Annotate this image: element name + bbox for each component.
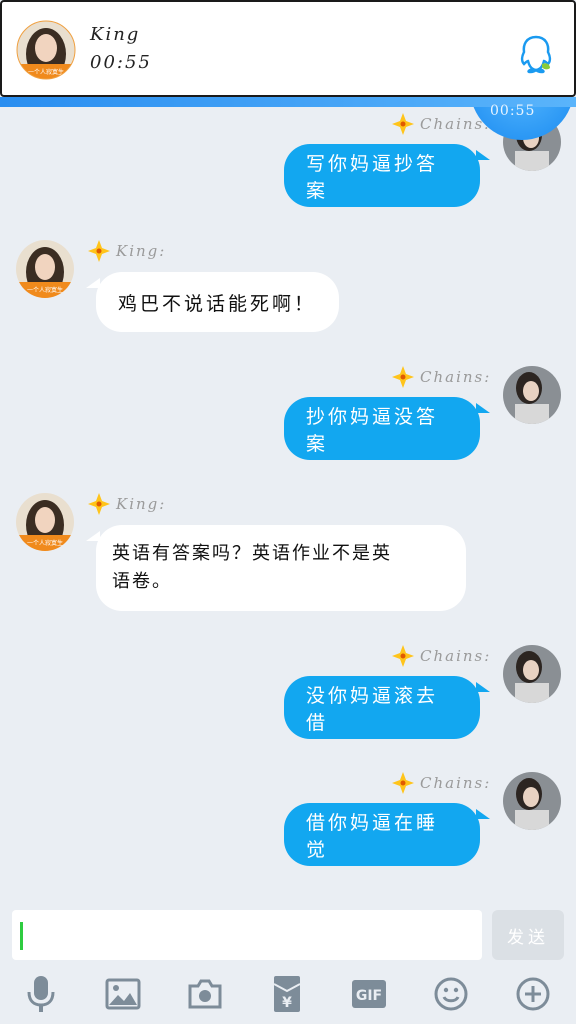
sender-label: King:	[88, 240, 166, 262]
banner-avatar-caption: 一个人寂寞生	[28, 68, 64, 76]
red-packet-icon[interactable]: ¥	[265, 972, 309, 1016]
message-text: 借你妈逼在睡觉	[306, 811, 439, 861]
sender-name: King:	[116, 242, 167, 260]
contact-avatar[interactable]: 一个人寂寞生	[16, 240, 74, 298]
message-text-line-2: 语卷。	[112, 571, 172, 592]
yen-symbol: ¥	[282, 995, 292, 1011]
sender-name: Chains:	[420, 647, 492, 665]
bubble-tail	[476, 403, 490, 413]
contact-avatar[interactable]: 一个人寂寞生	[16, 493, 74, 551]
vip-star-icon	[392, 366, 414, 388]
message-bubble-outgoing[interactable]: 抄你妈逼没答案	[284, 397, 480, 460]
message-input[interactable]	[12, 910, 482, 960]
message-text: 写你妈逼抄答案	[306, 152, 439, 202]
emoji-icon[interactable]	[429, 972, 473, 1016]
gif-label: GIF	[356, 988, 382, 1004]
camera-icon[interactable]	[183, 972, 227, 1016]
avatar-caption: 一个人寂寞生	[27, 286, 63, 294]
sender-name: King:	[116, 495, 167, 513]
plus-icon[interactable]	[511, 972, 555, 1016]
bubble-tail	[476, 150, 490, 160]
message-notification-banner[interactable]: 一个人寂寞生 King 00:55	[0, 0, 576, 97]
vip-star-icon	[392, 645, 414, 667]
gif-icon[interactable]: GIF	[347, 972, 391, 1016]
message-text: 抄你妈逼没答案	[306, 405, 439, 455]
message-bubble-outgoing[interactable]: 借你妈逼在睡觉	[284, 803, 480, 866]
my-avatar[interactable]	[503, 366, 561, 424]
message-bubble-incoming[interactable]: 英语有答案吗？英语作业不是英 语卷。	[96, 525, 466, 611]
image-icon[interactable]	[101, 972, 145, 1016]
avatar-caption: 一个人寂寞生	[27, 539, 63, 547]
message-bubble-outgoing[interactable]: 没你妈逼滚去借	[284, 676, 480, 739]
message-text: 鸡巴不说话能死啊！	[118, 292, 317, 315]
sender-name: Chains:	[420, 368, 492, 386]
bubble-tail	[476, 809, 490, 819]
message-text-line-1: 英语有答案吗？英语作业不是英	[112, 543, 392, 564]
send-button[interactable]: 发送	[492, 910, 564, 960]
vip-star-icon	[88, 493, 110, 515]
sender-label: Chains:	[392, 645, 491, 667]
vip-star-icon	[392, 113, 414, 135]
banner-avatar: 一个人寂寞生	[16, 20, 76, 80]
vip-star-icon	[392, 772, 414, 794]
my-avatar[interactable]	[503, 645, 561, 703]
sender-name: Chains:	[420, 774, 492, 792]
sender-label: Chains:	[392, 366, 491, 388]
banner-time: 00:55	[90, 52, 152, 73]
sender-label: King:	[88, 493, 166, 515]
qq-logo-icon	[518, 34, 554, 74]
bubble-tail	[476, 682, 490, 692]
message-bubble-outgoing[interactable]: 写你妈逼抄答案	[284, 144, 480, 207]
banner-contact-name: King	[90, 24, 141, 45]
text-caret	[20, 922, 23, 950]
message-text: 没你妈逼滚去借	[306, 684, 439, 734]
sender-label: Chains:	[392, 113, 491, 135]
my-avatar[interactable]	[503, 772, 561, 830]
microphone-icon[interactable]	[19, 972, 63, 1016]
sender-label: Chains:	[392, 772, 491, 794]
message-bubble-incoming[interactable]: 鸡巴不说话能死啊！	[96, 272, 339, 332]
call-duration: 00:55	[490, 103, 536, 119]
vip-star-icon	[88, 240, 110, 262]
